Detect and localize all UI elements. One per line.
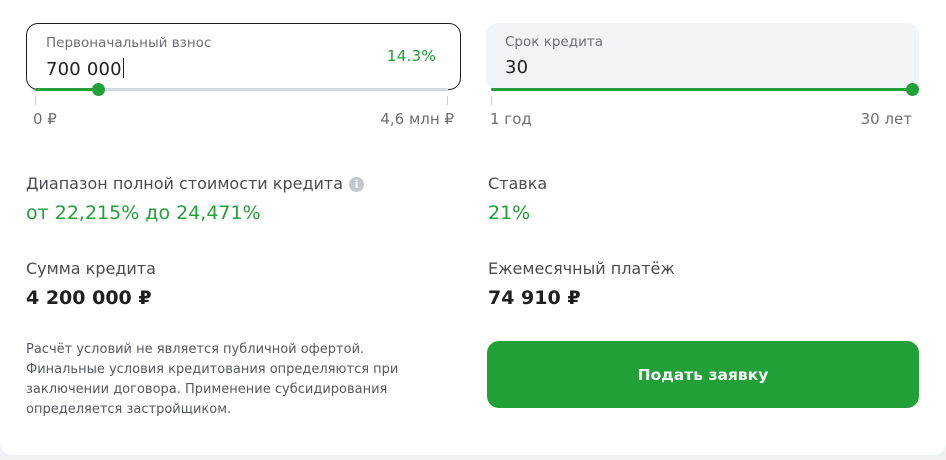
full-cost-range-value: от 22,215% до 24,471% [26,202,261,224]
loan-term-slider-thumb[interactable] [906,83,919,96]
loan-term-label: Срок кредита [505,34,603,50]
down-payment-slider[interactable] [35,80,448,100]
down-payment-max-label: 4,6 млн ₽ [380,110,454,128]
down-payment-input-text[interactable]: 700 000 [46,59,122,80]
down-payment-label: Первоначальный взнос [46,35,212,51]
loan-term-value[interactable]: 30 [505,57,528,78]
down-payment-percent: 14.3% [386,47,436,65]
down-payment-slider-fill [35,88,98,91]
loan-amount-value: 4 200 000 ₽ [26,287,152,309]
down-payment-min-tick [35,96,36,105]
info-icon[interactable]: i [349,177,365,192]
full-cost-range-label-text: Диапазон полной стоимости кредита [26,174,344,193]
loan-term-max-label: 30 лет [860,110,912,128]
monthly-payment-value: 74 910 ₽ [488,287,581,309]
loan-term-min-label: 1 год [490,110,532,128]
disclaimer-text: Расчёт условий не является публичной офе… [26,342,399,417]
rate-value: 21% [488,202,531,224]
full-cost-range-label: Диапазон полной стоимости кредита i [26,174,365,193]
loan-term-min-tick [491,96,492,105]
loan-amount-label: Сумма кредита [26,259,156,278]
submit-application-button[interactable]: Подать заявку [487,341,919,408]
down-payment-max-tick [447,96,448,105]
loan-term-slider-fill [491,88,912,91]
mortgage-calculator-card: Первоначальный взнос 700 000 14.3% 0 ₽ 4… [0,0,946,455]
loan-term-slider[interactable] [491,80,919,100]
text-caret [122,58,125,78]
down-payment-slider-thumb[interactable] [92,83,105,96]
rate-label: Ставка [488,174,548,193]
down-payment-value[interactable]: 700 000 [46,58,125,80]
monthly-payment-label: Ежемесячный платёж [488,259,675,278]
down-payment-min-label: 0 ₽ [33,110,57,128]
